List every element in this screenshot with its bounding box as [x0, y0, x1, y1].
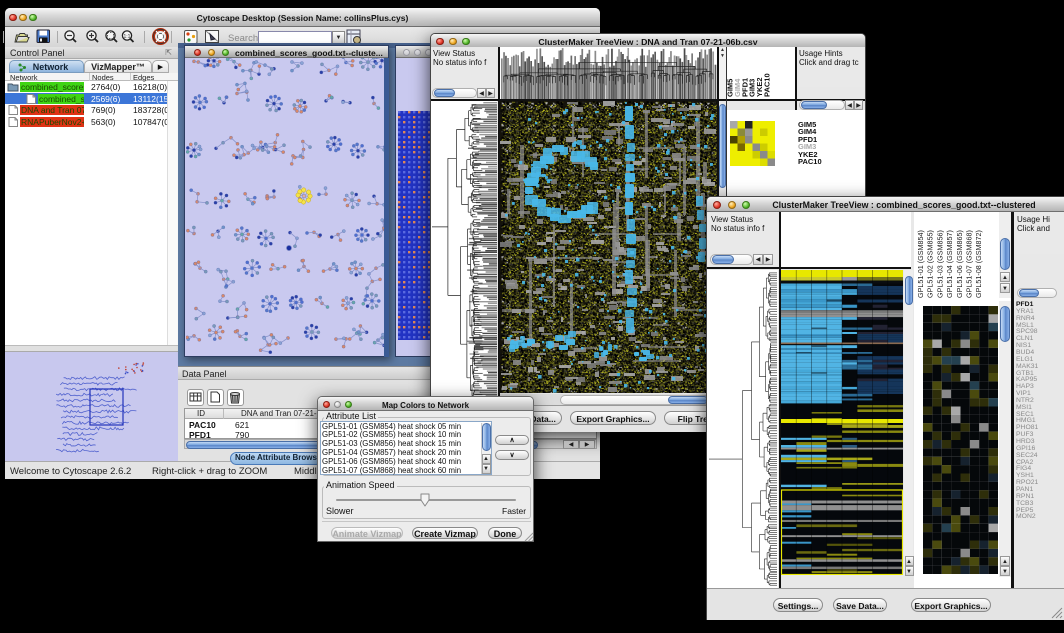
- svg-text:GPL51-06 (GSM865): GPL51-06 (GSM865): [955, 230, 964, 298]
- svg-text:1:1: 1:1: [124, 34, 131, 40]
- svg-text:GPL51-03 (GSM856): GPL51-03 (GSM856): [935, 230, 944, 298]
- svg-text:PAC10: PAC10: [763, 73, 772, 97]
- svg-text:GPL51-07 (GSM868): GPL51-07 (GSM868): [965, 230, 974, 298]
- svg-text:GPL51-04 (GSM857): GPL51-04 (GSM857): [945, 230, 954, 298]
- svg-text:GPL51-01 (GSM854): GPL51-01 (GSM854): [916, 230, 925, 298]
- svg-text:GPL51-02 (GSM855): GPL51-02 (GSM855): [926, 230, 935, 298]
- svg-text:GPL51-08 (GSM872): GPL51-08 (GSM872): [974, 230, 983, 298]
